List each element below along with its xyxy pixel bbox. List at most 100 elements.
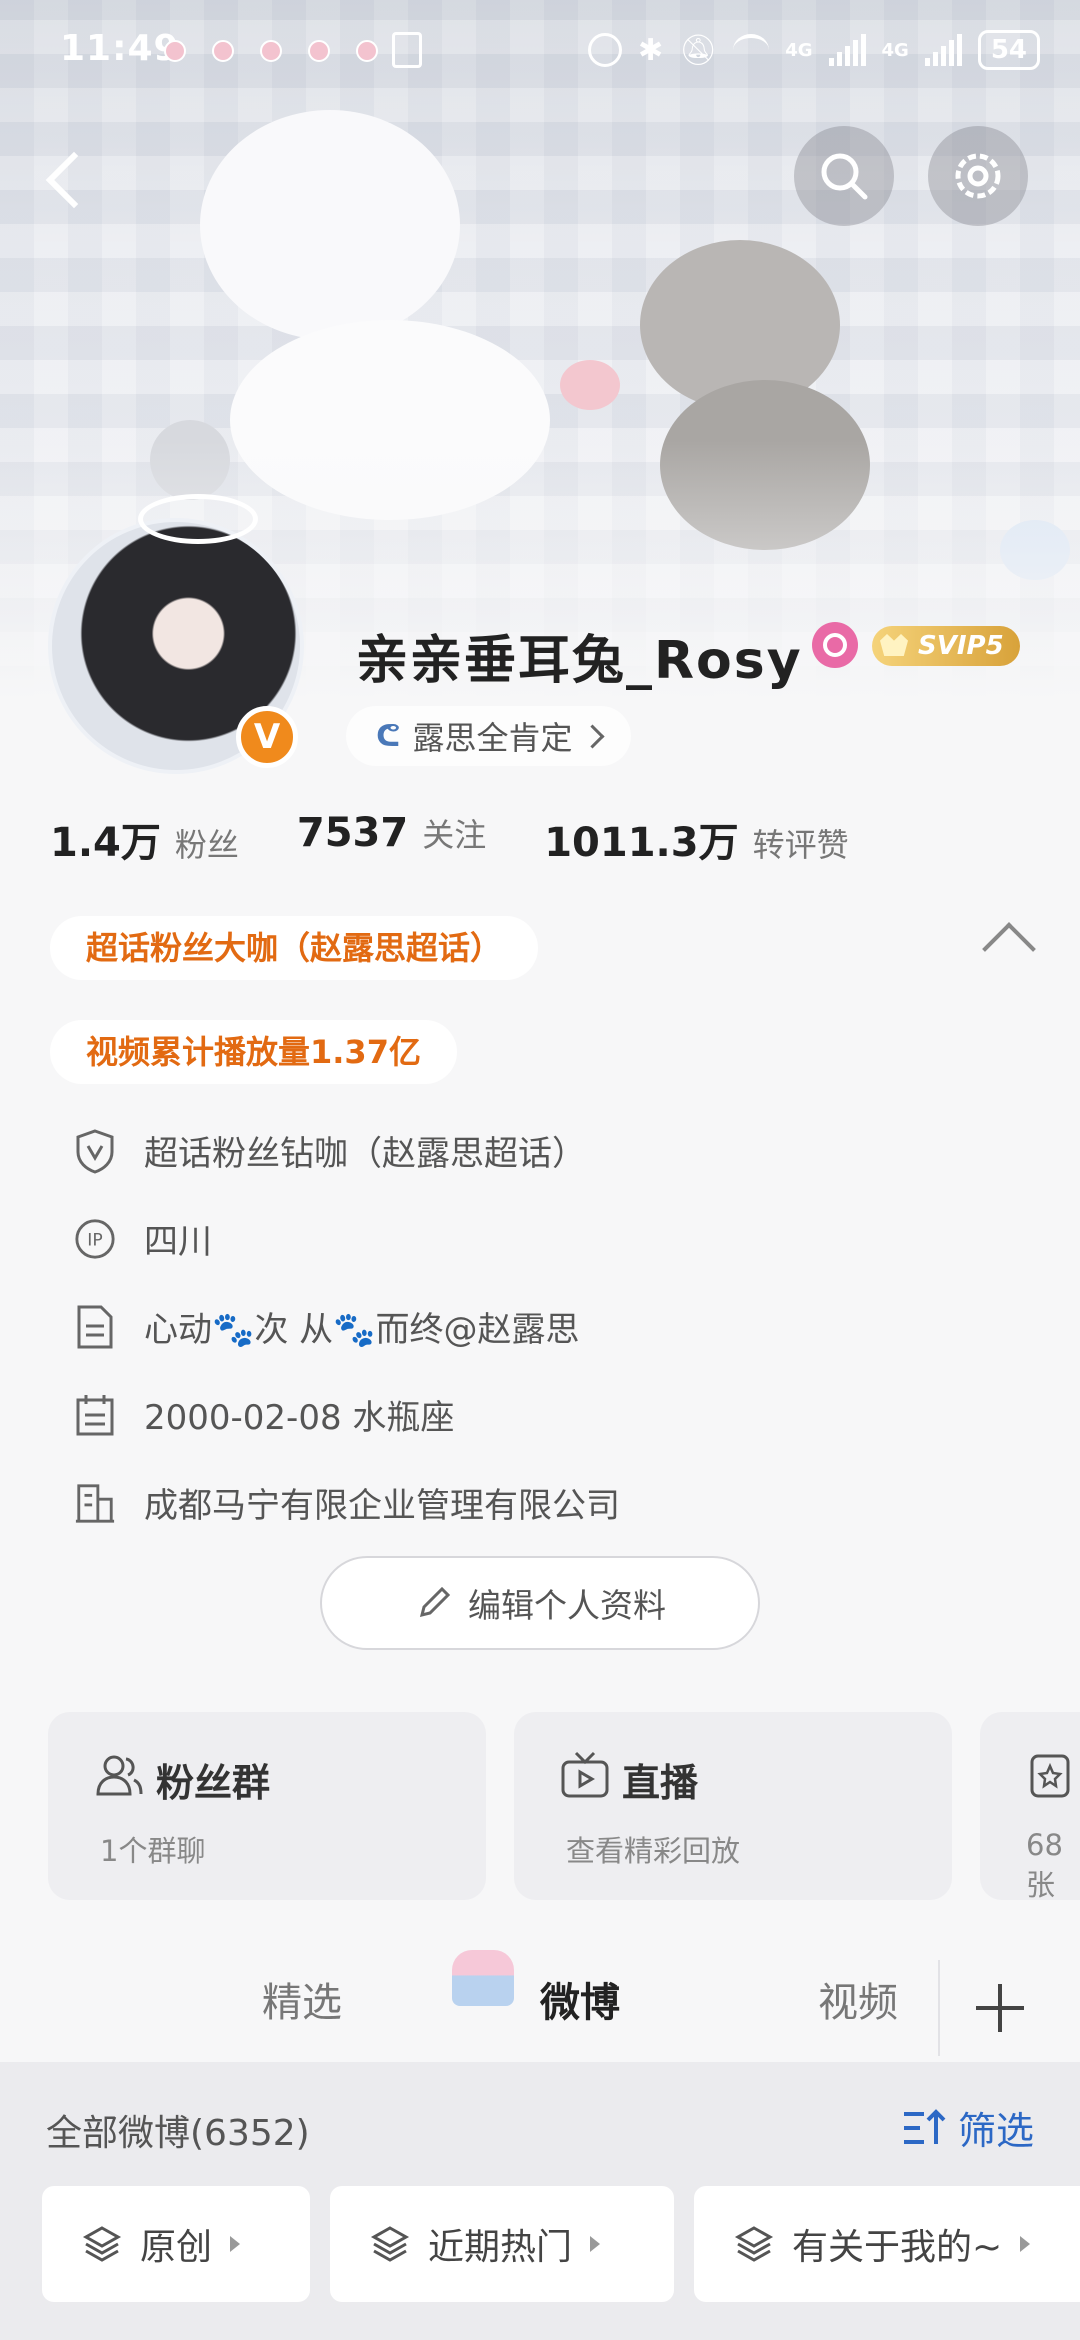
calendar-icon — [74, 1394, 116, 1436]
status-bar: 11:49 ✱ 🔕︎ 4G 4G 54 — [0, 0, 1080, 100]
back-button[interactable] — [30, 140, 110, 220]
bear-plush-white — [200, 110, 460, 340]
photo-card[interactable]: 68张 — [980, 1712, 1080, 1900]
filter-chip-label: 近期热门 — [428, 2227, 573, 2268]
search-button[interactable] — [794, 126, 894, 226]
filter-chip-label: 有关于我的~ — [792, 2227, 1003, 2268]
layers-icon — [734, 2226, 774, 2262]
bluetooth-icon: ✱ — [637, 32, 664, 68]
filter-chip-about-me[interactable]: 有关于我的~ — [694, 2186, 1080, 2302]
info-row-ip: IP 四川 — [74, 1214, 212, 1263]
notification-icon — [356, 40, 378, 62]
live-card[interactable]: 直播 查看精彩回放 — [514, 1712, 952, 1900]
stat-likes[interactable]: 1011.3万 转评赞 — [544, 810, 848, 868]
edit-profile-button[interactable]: 编辑个人资料 — [320, 1556, 760, 1650]
wifi-icon — [733, 34, 770, 66]
stat-label: 粉丝 — [174, 826, 239, 864]
network-type-1: 4G — [785, 39, 813, 61]
info-text: 成都马宁有限企业管理有限公司 — [144, 1486, 620, 1526]
filter-chip-label: 原创 — [140, 2227, 213, 2268]
notification-icon — [260, 40, 282, 62]
chevron-left-icon — [45, 151, 103, 209]
signal-icon — [924, 34, 962, 66]
honor-pill[interactable]: ᕦ 露思全肯定 — [346, 706, 632, 766]
gear-icon — [955, 153, 1001, 199]
filter-chip-original[interactable]: 原创 — [42, 2186, 310, 2302]
weibo-count: 全部微博(6352) — [46, 2113, 310, 2154]
mute-icon: 🔕︎ — [679, 32, 718, 68]
card-subtitle: 68张 — [1026, 1828, 1063, 1900]
network-type-2: 4G — [881, 39, 909, 61]
tab-bar: 精选 微博 视频 — [0, 1960, 1080, 2060]
info-row-birthday: 2000-02-08 水瓶座 — [74, 1390, 454, 1439]
tab-video[interactable]: 视频 — [818, 1970, 898, 2028]
info-row-bio: 心动🐾次 从🐾而终@赵露思 — [74, 1302, 579, 1351]
edit-profile-label: 编辑个人资料 — [468, 1586, 666, 1625]
battery-level: 54 — [977, 30, 1040, 70]
fans-group-card[interactable]: 粉丝群 1个群聊 — [48, 1712, 486, 1900]
status-icons: ✱ 🔕︎ 4G 4G 54 — [587, 28, 1040, 72]
triangle-right-icon — [230, 2236, 241, 2252]
stat-value: 7537 — [296, 810, 409, 856]
card-subtitle: 查看精彩回放 — [566, 1834, 741, 1868]
triangle-right-icon — [1020, 2236, 1031, 2252]
cherry-decoration — [560, 360, 620, 410]
stat-label: 关注 — [422, 816, 487, 854]
tv-icon — [561, 1751, 609, 1798]
card-subtitle: 1个群聊 — [100, 1834, 206, 1868]
signal-icon — [828, 34, 866, 66]
ip-icon: IP — [74, 1218, 116, 1260]
filter-chip-hot[interactable]: 近期热门 — [330, 2186, 674, 2302]
shield-v-icon — [74, 1128, 116, 1174]
honor-chip[interactable]: 视频累计播放量1.37亿 — [50, 1020, 457, 1084]
svg-text:IP: IP — [87, 1230, 102, 1250]
info-text: 超话粉丝钻咖（赵露思超话） — [144, 1134, 586, 1174]
filter-label: 筛选 — [957, 2109, 1034, 2153]
honor-logo-icon: ᕦ — [376, 718, 401, 754]
stat-followers[interactable]: 1.4万 粉丝 — [50, 810, 239, 868]
key-icon[interactable] — [812, 622, 858, 668]
info-row-super-topic: 超话粉丝钻咖（赵露思超话） — [74, 1126, 586, 1175]
star-card-icon — [1030, 1754, 1070, 1798]
pencil-icon — [419, 1586, 451, 1618]
collapse-chevron-icon[interactable] — [982, 922, 1036, 976]
search-icon — [821, 153, 868, 200]
bear-plush-white-body — [230, 320, 550, 520]
stat-value: 1011.3万 — [544, 820, 739, 866]
settings-button[interactable] — [928, 126, 1028, 226]
info-row-company: 成都马宁有限企业管理有限公司 — [74, 1478, 620, 1527]
layers-icon — [82, 2226, 122, 2262]
status-time: 11:49 — [60, 28, 180, 69]
info-text: 四川 — [144, 1222, 212, 1262]
triangle-right-icon — [590, 2236, 601, 2252]
info-text: 心动🐾次 从🐾而终@赵露思 — [144, 1310, 580, 1350]
username: 亲亲垂耳兔_Rosy — [356, 631, 803, 691]
document-icon — [74, 1305, 116, 1348]
fans-group-icon — [96, 1755, 143, 1796]
tab-weibo[interactable]: 微博 — [540, 1970, 620, 2028]
tab-featured[interactable]: 精选 — [262, 1970, 342, 2028]
layers-icon — [370, 2226, 410, 2262]
chevron-right-icon — [580, 723, 606, 749]
bunny-decoration — [150, 420, 230, 500]
stat-label: 转评赞 — [752, 826, 849, 864]
stat-value: 1.4万 — [50, 820, 161, 866]
alarm-icon — [587, 33, 622, 67]
honor-chip[interactable]: 超话粉丝大咖（赵露思超话） — [50, 916, 539, 980]
halo-decoration — [138, 494, 258, 544]
bear-plush-gray-body — [660, 380, 870, 550]
add-tab-button[interactable] — [938, 1960, 1050, 2056]
card-title: 直播 — [622, 1761, 699, 1805]
card-title: 粉丝群 — [156, 1761, 271, 1805]
info-text: 2000-02-08 水瓶座 — [144, 1398, 455, 1438]
stats-row: 1.4万 粉丝 7537 关注 1011.3万 转评赞 — [50, 810, 849, 868]
verified-badge: V — [236, 706, 298, 768]
notification-icon — [212, 40, 234, 62]
filter-button[interactable]: 筛选 — [902, 2100, 1034, 2155]
svip-badge[interactable]: SVIP5 — [872, 626, 1020, 666]
stat-following[interactable]: 7537 关注 — [297, 810, 486, 868]
notification-icon — [308, 40, 330, 62]
avatar-container[interactable]: V — [48, 494, 304, 774]
filter-icon — [903, 2108, 946, 2144]
notification-icon — [164, 40, 186, 62]
